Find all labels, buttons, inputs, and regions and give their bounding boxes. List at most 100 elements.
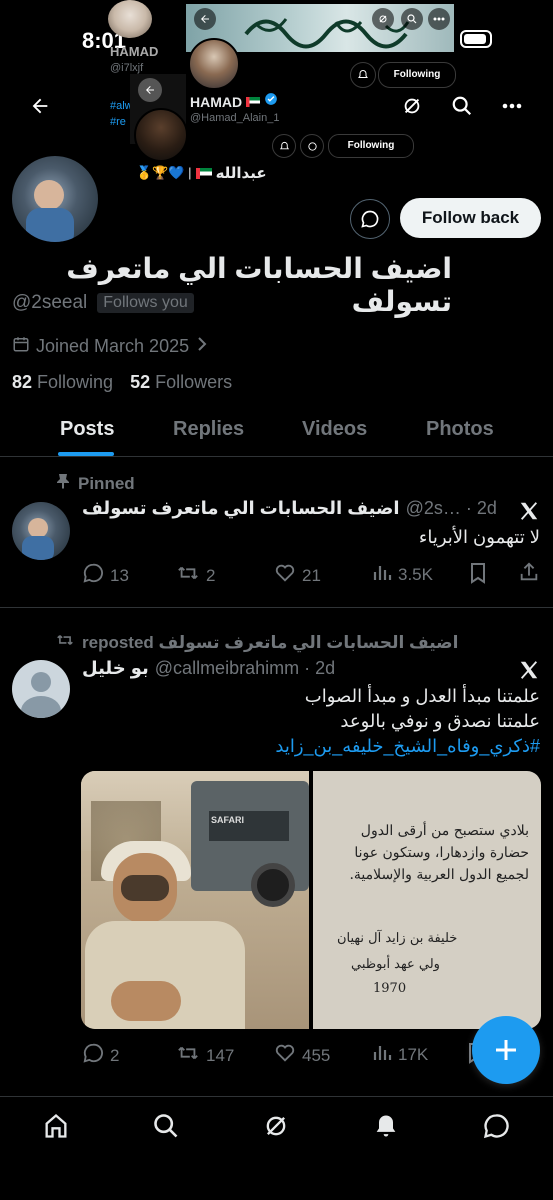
repost-hashtag[interactable]: #ذكري_وفاه_الشيخ_خليفه_بن_زايد bbox=[82, 736, 540, 757]
pinned-repost-action[interactable]: 2 bbox=[176, 562, 215, 589]
overlay-top-following-button[interactable]: Following bbox=[378, 62, 456, 88]
overlay-search-icon[interactable] bbox=[401, 8, 423, 30]
pinned-reply-count: 13 bbox=[110, 565, 129, 585]
profile-handle-row: @2seeal Follows you bbox=[12, 292, 194, 314]
repost-reply-count: 2 bbox=[110, 1045, 120, 1065]
repost-icon bbox=[176, 562, 200, 589]
x-logo-icon bbox=[518, 500, 540, 527]
views-icon bbox=[372, 562, 392, 587]
overlay-tag-2: #re bbox=[110, 116, 126, 128]
pinned-repost-count: 2 bbox=[206, 565, 216, 585]
followers-count[interactable]: 52 bbox=[130, 372, 150, 393]
overlay-mid-name-row: HAMAD bbox=[190, 92, 278, 111]
repost-header: بو خليل @callmeibrahimm · 2d bbox=[82, 658, 335, 679]
tab-photos[interactable]: Photos bbox=[426, 418, 494, 441]
profile-avatar[interactable] bbox=[10, 154, 100, 244]
uae-flag-icon bbox=[246, 96, 261, 107]
compose-button[interactable] bbox=[472, 1016, 540, 1084]
views-icon bbox=[372, 1042, 392, 1067]
pinned-views-count: 3.5K bbox=[398, 564, 433, 584]
repost-repost-action[interactable]: 147 bbox=[176, 1042, 234, 1069]
repost-photo-left-caption: SAFARI bbox=[211, 815, 245, 825]
overlay-abdullah-row: عبدالله 🥇🏆💙 | bbox=[136, 164, 267, 182]
chevron-right-icon bbox=[195, 336, 209, 357]
reposted-row: اضيف الحسابات الي ماتعرف تسولف reposted bbox=[56, 632, 458, 653]
repost-photo-left[interactable]: SAFARI bbox=[81, 771, 309, 1029]
book-line2: حضارة وازدهارا، وستكون عونا bbox=[354, 845, 529, 861]
repost-photo-right[interactable]: بلادي ستصبح من أرقى الدول حضارة وازدهارا… bbox=[313, 771, 541, 1029]
joined-date: Joined March 2025 bbox=[36, 336, 190, 356]
joined-row[interactable]: Joined March 2025 bbox=[12, 335, 209, 358]
share-icon[interactable] bbox=[518, 561, 540, 588]
battery-icon bbox=[460, 30, 492, 48]
repost-author-avatar[interactable] bbox=[12, 660, 70, 718]
following-label[interactable]: Following bbox=[37, 372, 113, 393]
overlay-more-icon[interactable] bbox=[428, 8, 450, 30]
overlay-mid-avatar-2 bbox=[134, 108, 188, 162]
message-button[interactable] bbox=[350, 199, 390, 239]
overlay-mid-handle: @Hamad_Alain_1 bbox=[190, 112, 280, 124]
pinned-views-action[interactable]: 3.5K bbox=[372, 562, 433, 587]
notifications-icon[interactable] bbox=[366, 1106, 406, 1146]
repost-views-action[interactable]: 17K bbox=[372, 1042, 428, 1067]
overlay-mid-following-button[interactable]: Following bbox=[328, 134, 414, 158]
overlay-mid-message-icon[interactable] bbox=[300, 134, 324, 158]
reposted-label[interactable]: اضيف الحسابات الي ماتعرف تسولف reposted bbox=[82, 633, 458, 653]
overlay-mid-notify-icon[interactable] bbox=[272, 134, 296, 158]
overlay-top-handle: HAMAD bbox=[110, 44, 159, 59]
repost-handle-time: @callmeibrahimm · 2d bbox=[154, 658, 336, 678]
home-icon[interactable] bbox=[36, 1106, 76, 1146]
book-signature-1: خليفة بن زايد آل نهيان bbox=[337, 931, 458, 946]
search-icon[interactable] bbox=[444, 88, 480, 124]
overlay-mid-avatar bbox=[188, 38, 240, 90]
overlay-grok-icon[interactable] bbox=[372, 8, 394, 30]
tabs-divider bbox=[0, 456, 553, 457]
grok-icon[interactable] bbox=[394, 88, 430, 124]
pinned-reply-action[interactable]: 13 bbox=[82, 562, 129, 589]
tab-posts[interactable]: Posts bbox=[60, 418, 114, 441]
follow-stats: 82 Following 52 Followers bbox=[12, 372, 232, 393]
tab-videos[interactable]: Videos bbox=[302, 418, 367, 441]
reply-icon bbox=[82, 1042, 104, 1069]
messages-icon[interactable] bbox=[476, 1106, 516, 1146]
pin-icon bbox=[56, 473, 70, 494]
profile-handle: @2seeal bbox=[12, 292, 88, 313]
back-button[interactable] bbox=[22, 88, 58, 124]
pinned-label: Pinned bbox=[78, 473, 135, 493]
repost-reply-action[interactable]: 2 bbox=[82, 1042, 119, 1069]
repost-like-action[interactable]: 455 bbox=[274, 1042, 330, 1069]
overlay-notify-icon[interactable] bbox=[350, 62, 376, 88]
repost-small-icon bbox=[56, 632, 74, 653]
repost-like-count: 455 bbox=[302, 1045, 331, 1065]
overlay-mid-back-button[interactable] bbox=[138, 78, 162, 102]
repost-views-count: 17K bbox=[398, 1044, 429, 1064]
heart-icon bbox=[274, 1042, 296, 1069]
pinned-post-avatar[interactable] bbox=[12, 502, 70, 560]
book-line1: بلادي ستصبح من أرقى الدول bbox=[360, 823, 529, 839]
bottom-nav-divider bbox=[0, 1096, 553, 1097]
pinned-post-handle-time: @2s… · 2d bbox=[405, 498, 497, 518]
verified-badge-icon bbox=[264, 92, 278, 111]
overlay-top-avatar bbox=[108, 0, 152, 38]
bookmark-icon[interactable] bbox=[468, 562, 488, 589]
follows-you-badge: Follows you bbox=[97, 293, 194, 313]
book-year: 1970 bbox=[373, 981, 407, 996]
follow-back-button[interactable]: Follow back bbox=[400, 198, 541, 238]
x-logo-icon bbox=[518, 659, 540, 686]
pinned-post-author[interactable]: اضيف الحسابات الي ماتعرف تسولف bbox=[82, 498, 400, 519]
tab-replies[interactable]: Replies bbox=[173, 418, 244, 441]
more-icon[interactable] bbox=[494, 88, 530, 124]
explore-search-icon[interactable] bbox=[146, 1106, 186, 1146]
pinned-like-action[interactable]: 21 bbox=[274, 562, 321, 589]
overlay-abdullah-name: عبدالله bbox=[215, 165, 267, 182]
pinned-post-header: اضيف الحسابات الي ماتعرف تسولف @2s… · 2d bbox=[82, 498, 502, 519]
repost-icon bbox=[176, 1042, 200, 1069]
overlay-mid-name: HAMAD bbox=[190, 93, 243, 110]
overlay-back-button[interactable] bbox=[194, 8, 216, 30]
following-count[interactable]: 82 bbox=[12, 372, 32, 393]
followers-label[interactable]: Followers bbox=[155, 372, 232, 393]
reply-icon bbox=[82, 562, 104, 589]
uae-flag-icon bbox=[195, 167, 212, 179]
grok-nav-icon[interactable] bbox=[256, 1106, 296, 1146]
repost-author[interactable]: بو خليل bbox=[82, 658, 149, 679]
